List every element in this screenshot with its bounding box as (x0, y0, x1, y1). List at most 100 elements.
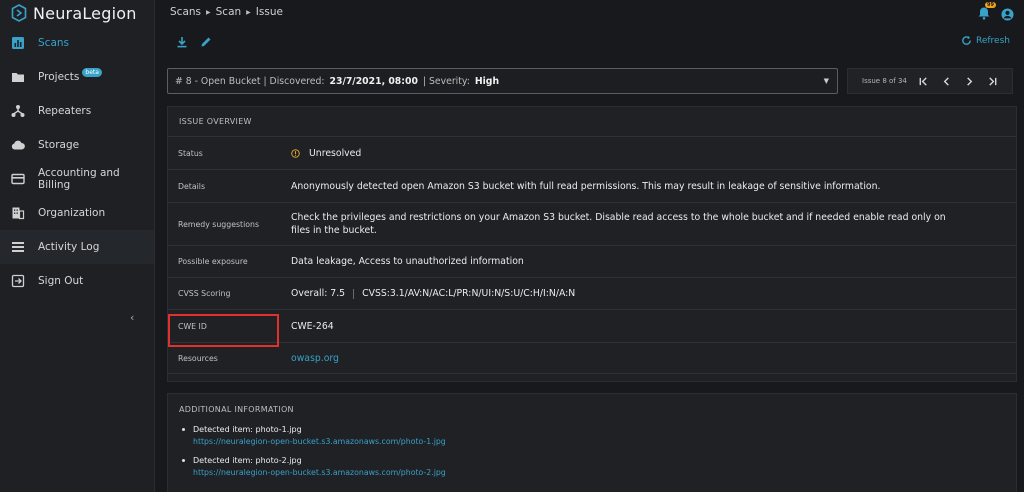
sidebar-item-label: Activity Log (38, 241, 100, 253)
status-row: Status Unresolved (168, 137, 1016, 170)
sign-out-icon (11, 274, 25, 288)
resources-value-cell: owasp.org (291, 343, 1016, 373)
first-page-icon[interactable] (918, 75, 930, 87)
remedy-value: Check the privileges and restrictions on… (291, 212, 946, 236)
additional-information-header: ADDITIONAL INFORMATION (179, 404, 294, 414)
cwe-highlight-box (168, 314, 279, 347)
remedy-row: Remedy suggestions Check the privileges … (168, 203, 1016, 246)
breadcrumb-separator-icon: ▶ (246, 8, 251, 16)
issue-overview-header: ISSUE OVERVIEW (168, 107, 1016, 137)
neuralegion-logo-icon (11, 4, 27, 22)
user-avatar-icon[interactable] (1001, 6, 1014, 21)
detected-item-url[interactable]: https://neuralegion-open-bucket.s3.amazo… (182, 435, 1016, 449)
brand-name: NeuraLegion (33, 3, 137, 23)
additional-information-card: ADDITIONAL INFORMATION Detected item: ph… (167, 393, 1017, 492)
sidebar-item-scans[interactable]: Scans (0, 26, 154, 60)
breadcrumb-scan[interactable]: Scan (216, 6, 242, 18)
refresh-button[interactable]: Refresh (961, 35, 1010, 46)
status-value-cell: Unresolved (291, 137, 1016, 169)
warning-circle-icon (291, 148, 300, 158)
sidebar-item-activity-log[interactable]: Activity Log (0, 230, 154, 264)
breadcrumb-separator-icon: ▶ (206, 8, 211, 16)
credit-card-icon (11, 172, 25, 186)
exposure-value: Data leakage, Access to unauthorized inf… (291, 256, 524, 267)
chart-icon (11, 36, 25, 50)
sidebar-item-label: Organization (38, 207, 106, 219)
sidebar-item-organization[interactable]: Organization (0, 196, 154, 230)
details-row: Details Anonymously detected open Amazon… (168, 170, 1016, 203)
issue-pager: Issue 8 of 34 (847, 68, 1013, 94)
refresh-icon (962, 35, 971, 45)
sidebar-item-label: Repeaters (38, 105, 92, 117)
cvss-value-cell: Overall: 7.5 CVSS:3.1/AV:N/AC:L/PR:N/UI:… (291, 278, 1016, 309)
detected-item-label: Detected item: photo-2.jpg (193, 456, 302, 465)
resources-row: Resources owasp.org (168, 343, 1016, 374)
status-value: Unresolved (309, 147, 362, 159)
issue-pager-label: Issue 8 of 34 (862, 77, 907, 85)
last-page-icon[interactable] (987, 75, 999, 87)
detected-items-list: Detected item: photo-1.jpg https://neura… (168, 424, 1016, 480)
sidebar-item-label: Storage (38, 139, 80, 151)
sidebar-item-accounting-billing[interactable]: Accounting and Billing (0, 162, 154, 196)
sidebar-item-label: Sign Out (38, 275, 84, 287)
cwe-value: CWE-264 (291, 320, 334, 332)
sidebar-item-sign-out[interactable]: Sign Out (0, 264, 154, 298)
breadcrumb-issue: Issue (255, 6, 283, 18)
sidebar-item-projects[interactable]: Projects beta (0, 60, 154, 94)
download-icon[interactable] (176, 36, 188, 48)
collapse-sidebar-chevron-icon[interactable]: ‹ (130, 311, 140, 324)
notifications-count-badge: 99 (985, 2, 996, 8)
issue-severity: High (474, 75, 500, 87)
sidebar-item-label: Projects (38, 71, 80, 83)
cloud-icon (11, 138, 25, 152)
list-item: Detected item: photo-1.jpg https://neura… (182, 424, 1016, 449)
chevron-down-icon: ▼ (823, 77, 829, 85)
sidebar-item-label: Scans (38, 37, 69, 49)
cvss-label: CVSS Scoring (178, 289, 231, 298)
cwe-row: CWE ID CWE-264 (168, 310, 1016, 343)
issue-severity-prefix: | Severity: (422, 75, 470, 87)
list-icon (11, 240, 25, 254)
bullet-icon (182, 428, 185, 431)
detected-item-url[interactable]: https://neuralegion-open-bucket.s3.amazo… (182, 466, 1016, 480)
details-value: Anonymously detected open Amazon S3 buck… (291, 180, 881, 192)
cvss-row: CVSS Scoring Overall: 7.5 CVSS:3.1/AV:N/… (168, 278, 1016, 310)
cvss-vector: CVSS:3.1/AV:N/AC:L/PR:N/UI:N/S:U/C:H/I:N… (362, 288, 576, 299)
building-icon (11, 206, 25, 220)
status-label: Status (178, 148, 203, 158)
edit-pencil-icon[interactable] (200, 36, 212, 48)
top-right-actions: 99 (977, 2, 1014, 21)
sidebar-item-label: Accounting and Billing (38, 167, 120, 191)
exposure-row: Possible exposure Data leakage, Access t… (168, 246, 1016, 278)
exposure-label: Possible exposure (178, 257, 248, 266)
detected-item-label: Detected item: photo-1.jpg (193, 425, 302, 434)
previous-page-icon[interactable] (941, 75, 953, 87)
remedy-label: Remedy suggestions (178, 219, 260, 229)
resources-link[interactable]: owasp.org (291, 352, 339, 365)
issue-discovered-date: 23/7/2021, 08:00 (329, 75, 418, 87)
issue-select-prefix: # 8 - Open Bucket | Discovered: (175, 75, 325, 87)
details-label: Details (178, 181, 206, 191)
breadcrumb-scans[interactable]: Scans (170, 6, 201, 18)
nodes-icon (11, 104, 25, 118)
cvss-overall: Overall: 7.5 (291, 288, 346, 299)
sidebar-nav: Scans Projects beta Repeaters Storage Ac… (0, 26, 154, 298)
sidebar-item-repeaters[interactable]: Repeaters (0, 94, 154, 128)
issue-select-dropdown[interactable]: # 8 - Open Bucket | Discovered: 23/7/202… (167, 68, 838, 94)
next-page-icon[interactable] (964, 75, 976, 87)
bullet-icon (182, 459, 185, 462)
detected-item-line: Detected item: photo-1.jpg (182, 424, 1016, 435)
notifications-bell-icon[interactable]: 99 (977, 2, 996, 20)
issue-toolbar (176, 36, 224, 48)
breadcrumb: Scans ▶ Scan ▶ Issue (170, 6, 283, 18)
beta-badge: beta (82, 67, 102, 77)
cvss-divider (353, 288, 355, 299)
folder-icon (11, 70, 25, 84)
sidebar: NeuraLegion Scans Projects beta Repeater… (0, 0, 155, 492)
sidebar-item-storage[interactable]: Storage (0, 128, 154, 162)
refresh-label: Refresh (976, 35, 1010, 46)
list-item: Detected item: photo-2.jpg https://neura… (182, 455, 1016, 480)
detected-item-line: Detected item: photo-2.jpg (182, 455, 1016, 466)
issue-overview-card: ISSUE OVERVIEW Status Unresolved Details… (167, 106, 1017, 382)
brand[interactable]: NeuraLegion (0, 0, 154, 26)
